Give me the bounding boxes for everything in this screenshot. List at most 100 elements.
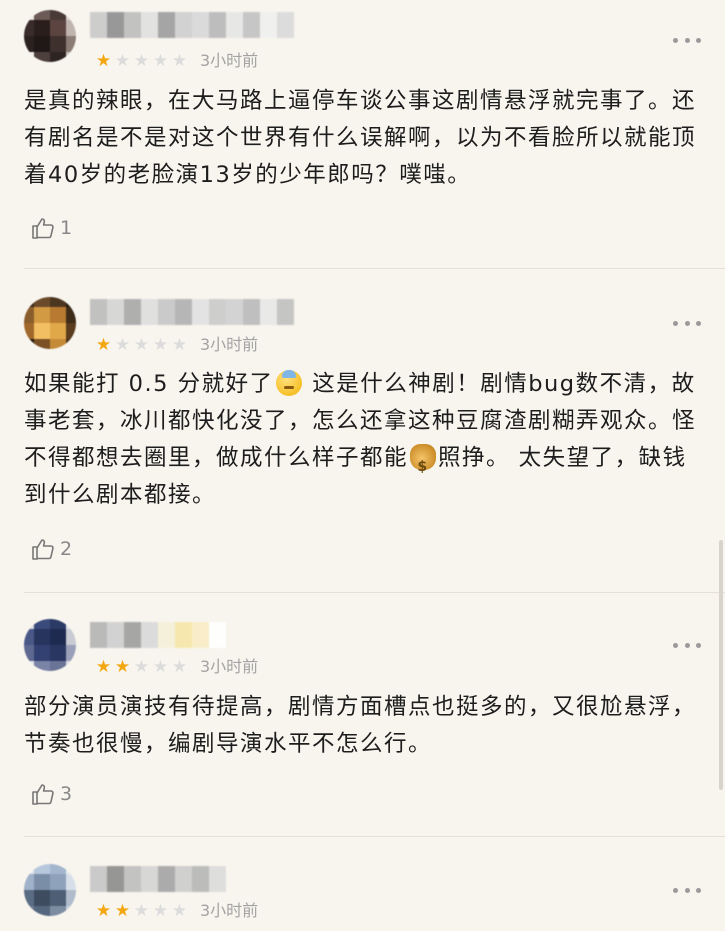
avatar-pixel [34, 307, 50, 323]
avatar-pixel [34, 20, 50, 36]
avatar-pixel [34, 36, 50, 52]
like-count: 2 [60, 538, 73, 560]
avatar-pixel [24, 645, 34, 661]
divider [24, 836, 725, 837]
like-count: 1 [60, 217, 73, 239]
avatar-pixel [66, 10, 76, 20]
more-dot [696, 887, 701, 893]
thumbs-up-icon [32, 784, 54, 805]
username-pixel [141, 622, 158, 648]
star-filled-icon: ★ [95, 901, 112, 921]
username-pixel [124, 622, 141, 648]
avatar-pixel [24, 307, 34, 323]
star-empty-icon: ★ [152, 657, 169, 677]
avatar-pixel [50, 864, 66, 874]
star-filled-icon: ★ [95, 657, 112, 677]
username-pixel [158, 866, 175, 892]
username-pixel [175, 299, 192, 325]
avatar-pixel [50, 10, 66, 20]
more-dot [696, 642, 701, 648]
avatar-pixel [66, 645, 76, 661]
username-blurred[interactable] [90, 12, 294, 38]
star-empty-icon: ★ [171, 901, 188, 921]
avatar-pixel [24, 874, 34, 890]
username-pixel [192, 12, 209, 38]
username-blurred[interactable] [90, 299, 294, 325]
avatar-pixel [34, 619, 50, 629]
more-dot [684, 37, 690, 43]
avatar-pixel [50, 906, 66, 916]
avatar-pixel [50, 874, 66, 890]
username-pixel [141, 299, 158, 325]
more-dots-icon [673, 320, 678, 326]
review-text: 如果能打 0.5 分就好了 这是什么神剧！剧情bug数不清，故事老套，冰川都快化… [24, 366, 704, 514]
more-dots-icon [673, 37, 678, 43]
avatar-pixel [34, 339, 50, 349]
username-pixel [158, 299, 175, 325]
review-time: 3小时前 [200, 51, 259, 70]
more-options-button[interactable] [673, 35, 701, 45]
avatar-pixel [34, 297, 50, 307]
rating-stars: ★ ★ ★ ★ ★ [95, 336, 188, 354]
star-filled-icon: ★ [114, 901, 131, 921]
avatar[interactable] [24, 10, 76, 62]
more-dots-icon [673, 887, 678, 893]
username-pixel [90, 622, 107, 648]
username-pixel [243, 299, 260, 325]
avatar-pixel [50, 323, 66, 339]
like-button[interactable]: 1 [30, 214, 72, 242]
avatar-pixel [24, 661, 34, 671]
avatar-pixel [50, 645, 66, 661]
more-options-button[interactable] [673, 640, 701, 650]
star-empty-icon: ★ [114, 51, 131, 71]
more-dot [684, 320, 690, 326]
star-empty-icon: ★ [152, 901, 169, 921]
more-dot [684, 887, 690, 893]
avatar-pixel [34, 323, 50, 339]
username-pixel [158, 622, 175, 648]
more-options-button[interactable] [673, 885, 701, 895]
more-dot [696, 320, 701, 326]
scrollbar[interactable] [719, 540, 723, 790]
username-blurred[interactable] [90, 622, 226, 648]
username-pixel [124, 299, 141, 325]
username-pixel [192, 299, 209, 325]
username-pixel [175, 866, 192, 892]
avatar-pixel [66, 307, 76, 323]
username-pixel [90, 12, 107, 38]
avatar-pixel [66, 661, 76, 671]
avatar-pixel [66, 874, 76, 890]
sweat-emoji-icon [275, 370, 302, 396]
avatar-pixel [24, 619, 34, 629]
avatar-pixel [24, 297, 34, 307]
rating-stars: ★ ★ ★ ★ ★ [95, 658, 188, 676]
username-pixel [107, 866, 124, 892]
star-empty-icon: ★ [133, 657, 150, 677]
star-empty-icon: ★ [152, 335, 169, 355]
divider [24, 592, 725, 593]
avatar-pixel [50, 339, 66, 349]
avatar-pixel [50, 307, 66, 323]
avatar[interactable] [24, 619, 76, 671]
more-dot [696, 37, 701, 43]
avatar-pixel [66, 36, 76, 52]
avatar-pixel [34, 645, 50, 661]
avatar-pixel [34, 661, 50, 671]
avatar-pixel [50, 890, 66, 906]
avatar-pixel [24, 864, 34, 874]
divider [24, 268, 725, 269]
username-pixel [107, 299, 124, 325]
like-button[interactable]: 2 [30, 535, 72, 563]
username-pixel [260, 299, 277, 325]
avatar[interactable] [24, 297, 76, 349]
username-pixel [175, 12, 192, 38]
avatar[interactable] [24, 864, 76, 916]
avatar-pixel [24, 629, 34, 645]
username-blurred[interactable] [90, 866, 226, 892]
like-button[interactable]: 3 [30, 780, 72, 808]
avatar-pixel [50, 661, 66, 671]
username-pixel [226, 299, 243, 325]
more-options-button[interactable] [673, 318, 701, 328]
avatar-pixel [50, 20, 66, 36]
avatar-pixel [24, 890, 34, 906]
